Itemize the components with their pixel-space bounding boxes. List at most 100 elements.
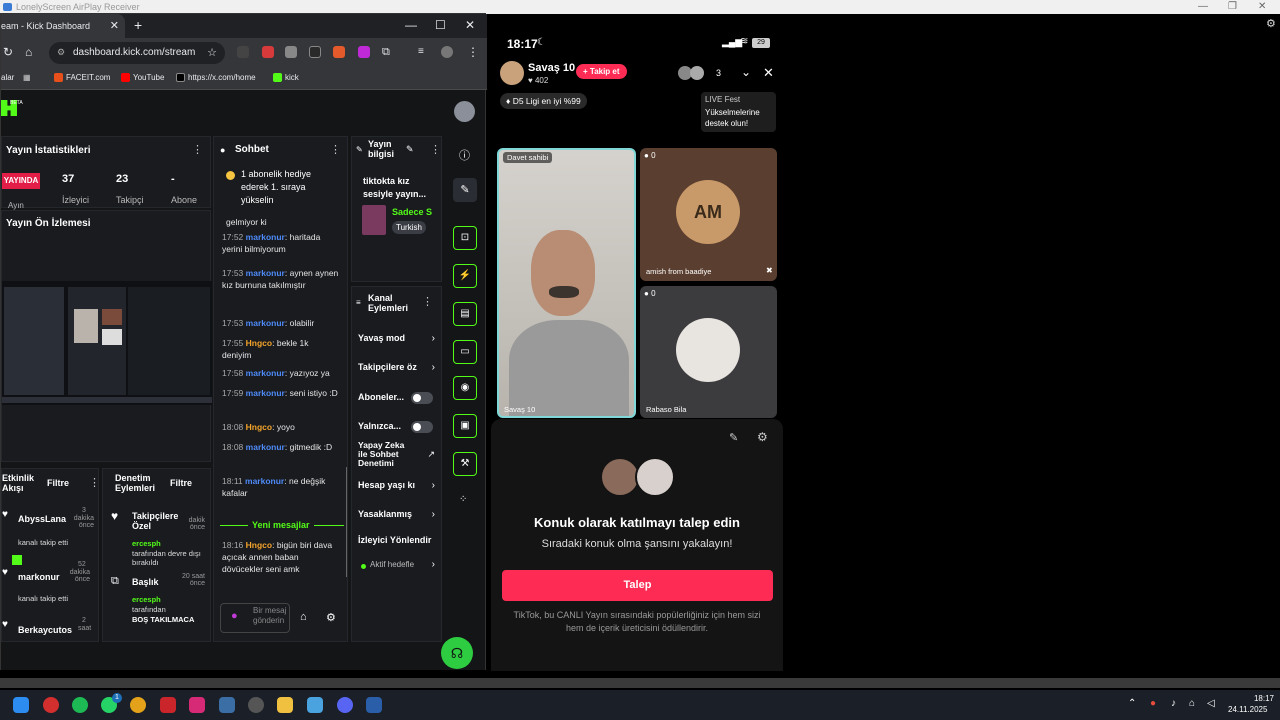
chat-icon[interactable]: ▭ [453,340,477,364]
only-toggle[interactable] [411,421,433,433]
store-icon[interactable]: ⌂ [300,611,307,623]
action-followers-only[interactable]: Takipçilere öz [358,362,420,372]
host-avatar[interactable] [500,61,524,85]
bookmark-item[interactable]: alar [1,73,14,82]
guest1-tile[interactable]: AM ● 0 amish from baadiye ✖ [640,148,777,281]
settings-gear-icon[interactable]: ⚙ [1266,17,1276,30]
menu-icon[interactable]: ⋮ [467,45,479,59]
close-icon[interactable]: ✕ [1258,1,1266,12]
live-fest-banner[interactable]: LIVE Fest Yükselmelerine destek olun! [701,92,776,132]
tab-kick-dashboard[interactable]: eam - Kick Dashboard ✕ [1,14,125,38]
user-avatar[interactable] [454,101,475,122]
close-window-icon[interactable]: ✕ [465,18,475,32]
volume-icon[interactable]: ◁ [1207,698,1215,709]
screenshot-icon[interactable]: ⊡ [453,226,477,250]
netflix-icon[interactable] [160,697,176,713]
tray-app-icon[interactable]: ● [1150,698,1156,709]
edit-icon[interactable]: ✎ [406,144,414,155]
home-icon[interactable]: ⌂ [25,45,32,59]
chat-username[interactable]: markonur [246,268,285,278]
category-name[interactable]: Sadece S [392,207,440,217]
app-icon[interactable] [307,697,323,713]
rank-badge[interactable]: ♦ D5 Ligi en iyi %99 [500,93,587,109]
restore-icon[interactable]: ❐ [1228,1,1237,12]
bookmark-x[interactable]: https://x.com/home [176,73,256,83]
guest2-tile[interactable]: ● 0 Rabaso Bila [640,286,777,418]
close-live-icon[interactable]: ✕ [763,65,774,81]
microphone-icon[interactable]: ♪ [1171,698,1176,709]
follow-button[interactable]: + Takip et [576,64,627,79]
chat-username[interactable]: Hngco [246,540,272,550]
site-info-icon[interactable]: ⚙ [57,47,65,58]
extension-icon[interactable] [358,46,370,58]
action-account-age[interactable]: Hesap yaşı kı [358,480,420,490]
app-icon[interactable] [219,697,235,713]
spotify-icon[interactable] [72,697,88,713]
sheet-settings-icon[interactable]: ⚙ [757,430,768,444]
apps-grid-icon[interactable]: ▦ [23,73,31,82]
chevron-right-icon[interactable]: › [432,559,435,570]
action-banned[interactable]: Yasaklanmış [358,509,420,519]
chat-username[interactable]: markonur [246,388,285,398]
extension-icon[interactable] [309,46,321,58]
show-hidden-icons[interactable]: ⌃ [1128,698,1136,709]
extension-icon[interactable] [262,46,274,58]
reload-icon[interactable]: ↻ [3,45,13,59]
chevron-right-icon[interactable]: › [432,333,435,344]
edit-layout-icon[interactable]: ✎ [453,178,477,202]
maximize-icon[interactable]: ☐ [435,18,446,32]
bookmark-youtube[interactable]: YouTube [121,73,164,83]
more-options-icon[interactable]: ⁘ [459,494,467,505]
chat-username[interactable]: markonur [246,232,285,242]
chat-username[interactable]: markonur [246,368,285,378]
chat-username[interactable]: markonur [246,442,285,452]
action-active-targets[interactable]: Aktif hedefle [370,560,422,569]
chat-username[interactable]: Hngco [246,338,272,348]
action-ai-moderation[interactable]: Yapay Zeka ile Sohbet Denetimi [358,441,416,468]
stream-preview[interactable] [2,281,212,405]
clock-date[interactable]: 24.11.2025 [1228,705,1267,714]
chat-username[interactable]: Hngco [246,422,272,432]
network-icon[interactable]: ⌂ [1189,698,1195,709]
moderation-filter[interactable]: Filtre [170,478,192,488]
action-subscribers[interactable]: Aboneler... [358,392,414,402]
close-tab-icon[interactable]: ✕ [110,19,119,32]
info-menu-icon[interactable]: ⋮ [430,143,441,156]
info-icon[interactable]: ⓘ [459,147,470,163]
action-only[interactable]: Yalnızca... [358,421,414,431]
chrome-icon[interactable] [130,697,146,713]
bookmark-star-icon[interactable]: ☆ [207,46,217,59]
bookmark-kick[interactable]: kick [273,73,299,83]
horizontal-scrollbar[interactable] [0,678,1280,688]
lonelyscreen-icon[interactable] [366,697,382,713]
host-video-tile[interactable]: Davet sahibi Savaş 10 [497,148,636,418]
chevron-right-icon[interactable]: › [432,362,435,373]
app-icon[interactable] [248,697,264,713]
profile-avatar[interactable] [441,46,453,58]
extension-icon[interactable] [333,46,345,58]
windows-start-icon[interactable] [13,697,29,713]
microphone-icon[interactable]: ● [231,610,238,622]
action-viewer-redirect[interactable]: İzleyici Yönlendir [358,535,440,545]
chat-input[interactable]: ● Bir mesaj gönderin [220,603,290,633]
activity-filter[interactable]: Filtre [47,478,69,488]
flash-icon[interactable]: ⚡ [453,264,477,288]
puzzle-icon[interactable]: ⧉ [382,46,394,58]
discord-icon[interactable] [337,697,353,713]
instagram-icon[interactable] [189,697,205,713]
chevron-right-icon[interactable]: › [432,480,435,491]
request-button[interactable]: Talep [502,570,773,601]
channel-menu-icon[interactable]: ⋮ [422,295,433,308]
minimize-icon[interactable]: — [405,18,417,32]
stats-menu-icon[interactable]: ⋮ [192,143,203,156]
shield-icon[interactable] [285,46,297,58]
chevron-right-icon[interactable]: › [432,509,435,520]
viewer-count[interactable]: 3 [716,68,721,78]
notes-icon[interactable]: ▤ [453,302,477,326]
address-bar[interactable]: ⚙ dashboard.kick.com/stream ☆ [49,42,225,64]
clock-time[interactable]: 18:17 [1238,694,1274,703]
tab-search-icon[interactable]: ≡ [418,46,430,58]
wrench-icon[interactable]: ⚒ [453,452,477,476]
external-link-icon[interactable]: ↗ [427,449,435,460]
chat-menu-icon[interactable]: ⋮ [330,143,341,156]
